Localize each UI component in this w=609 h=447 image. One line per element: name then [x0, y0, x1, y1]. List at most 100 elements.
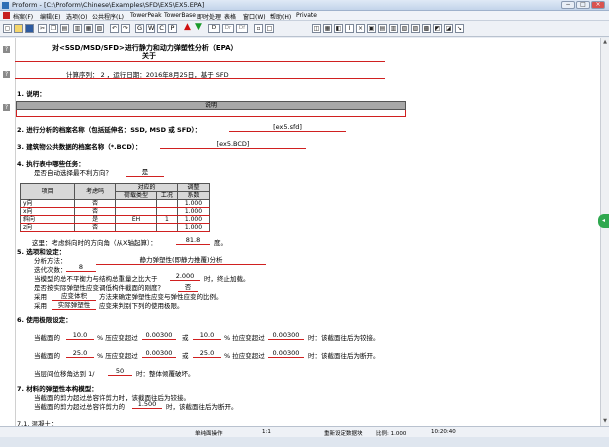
p-button[interactable]: P — [168, 24, 177, 33]
warning-icon[interactable]: ▲ — [183, 23, 192, 33]
vertical-scrollbar[interactable]: ▲ ▼ — [600, 38, 609, 426]
angle-value[interactable]: 81.8 — [176, 236, 210, 245]
auto-direction-value[interactable]: 是 — [126, 166, 164, 177]
limit-2-tens-pct[interactable]: 25.0 — [193, 349, 221, 358]
format-icon-5[interactable]: ▤ — [378, 24, 387, 33]
format-icon-9[interactable]: ▩ — [422, 24, 431, 33]
c-button[interactable]: C — [157, 24, 166, 33]
undo-icon[interactable]: ↶ — [110, 24, 119, 33]
description-header: 说明 — [16, 101, 406, 110]
status-zoom: 比例: 1.000 — [376, 431, 407, 437]
menu-table[interactable]: 表格 — [224, 12, 236, 21]
bcd-file-field[interactable]: [ex5.BCD] — [160, 140, 306, 149]
new-icon[interactable]: ▢ — [3, 24, 12, 33]
menu-help[interactable]: 帮助(H) — [270, 12, 291, 21]
limit-2-comp-label: % 压应变超过 — [97, 352, 138, 360]
close-button[interactable]: × — [591, 1, 605, 9]
copy-icon[interactable]: ❐ — [49, 24, 58, 33]
format-icon-3[interactable]: ◧ — [334, 24, 343, 33]
section-6-heading: 6. 使用极限设定： — [17, 316, 72, 324]
help-marker-icon[interactable]: ? — [3, 46, 10, 53]
description-field[interactable] — [16, 110, 406, 117]
format-icon-12[interactable]: ↘ — [455, 24, 464, 33]
scroll-down-icon[interactable]: ▼ — [602, 418, 608, 424]
col-factor: 系数 — [176, 191, 211, 200]
section-2-heading: 2. 进行分析的档案名称（包括延伸名：SSD, MSD 或 SFD）： — [17, 126, 202, 134]
col-corresponding: 对应的 — [115, 183, 178, 192]
tool-icon-2[interactable]: □ — [265, 24, 274, 33]
angle-unit: 度。 — [214, 239, 227, 247]
shear-break-value[interactable]: 1.500 — [132, 400, 162, 409]
paste-icon[interactable]: ▤ — [60, 24, 69, 33]
status-time: 10:20:40 — [431, 429, 456, 435]
table-row: y向 否 1.000 — [19, 199, 211, 208]
calc-underline — [15, 78, 385, 79]
limit-1-tens-strain[interactable]: 0.00300 — [268, 331, 304, 340]
df-button[interactable]: Df — [236, 24, 248, 33]
document-area[interactable]: ? ? ? 对<SSD/MSD/SFD>进行静力和动力弹塑性分析（EPA） 关于… — [0, 38, 600, 426]
menu-window[interactable]: 窗口(W) — [243, 12, 266, 21]
menu-file[interactable]: 档案(F) — [13, 12, 33, 21]
limit-2-tens-strain[interactable]: 0.00300 — [268, 349, 304, 358]
menu-private[interactable]: Private — [296, 12, 317, 19]
menu-towerpeak[interactable]: TowerPeak — [130, 12, 162, 19]
format-icon-2[interactable]: ▦ — [323, 24, 332, 33]
scroll-up-icon[interactable]: ▲ — [602, 39, 608, 45]
stop-ratio-suffix: 时，终止加载。 — [204, 275, 250, 283]
close-doc-icon[interactable]: × — [356, 24, 365, 33]
format-icon-8[interactable]: ▨ — [411, 24, 420, 33]
tool-icon-1[interactable]: ▫ — [254, 24, 263, 33]
limit-basis-suffix: 应变来判别下列的使用极限。 — [99, 302, 184, 310]
limit-2-comp-strain[interactable]: 0.00300 — [142, 349, 176, 358]
limit-1-comp-pct[interactable]: 10.0 — [66, 331, 94, 340]
stop-ratio-value[interactable]: 2.000 — [170, 272, 200, 281]
minimize-button[interactable]: − — [561, 1, 575, 9]
down-arrow-icon[interactable]: ▼ — [194, 23, 203, 33]
gutter: ? ? ? — [0, 38, 16, 426]
drift-value[interactable]: 50 — [108, 367, 132, 376]
shear-break-label: 当截面的剪力超过总容许剪力的 — [34, 403, 125, 411]
side-widget-icon[interactable]: ◂ — [598, 214, 609, 228]
insert-icon[interactable]: I — [345, 24, 354, 33]
format-icon-11[interactable]: ◪ — [444, 24, 453, 33]
table-row: 斜向 是 EH 1 1.000 — [19, 215, 211, 224]
drift-result: 时：整体倾覆破坏。 — [136, 370, 195, 378]
limit-1-comp-strain[interactable]: 0.00300 — [142, 331, 176, 340]
print-icon[interactable]: ▥ — [73, 24, 82, 33]
limit-basis-value[interactable]: 实际弹塑性 — [52, 299, 96, 310]
help-marker-icon[interactable]: ? — [3, 71, 10, 78]
status-ratio: 1:1 — [262, 429, 271, 435]
limit-1-comp-label: % 压应变超过 — [97, 334, 138, 342]
w-button[interactable]: W — [146, 24, 155, 33]
maximize-button[interactable]: □ — [576, 1, 590, 9]
menu-towerbase[interactable]: TowerBase — [164, 12, 196, 19]
format-icon-7[interactable]: ▧ — [400, 24, 409, 33]
format-icon-4[interactable]: ▣ — [367, 24, 376, 33]
save-icon[interactable] — [25, 24, 34, 33]
menu-options[interactable]: 选项(O) — [66, 12, 87, 21]
format-icon-1[interactable]: ◫ — [312, 24, 321, 33]
cut-icon[interactable]: ✂ — [38, 24, 47, 33]
limit-1-tens-pct[interactable]: 10.0 — [193, 331, 221, 340]
format-icon-6[interactable]: ▥ — [389, 24, 398, 33]
title-bar: Proform - [C:\Proform\Chinese\Examples\S… — [0, 0, 609, 11]
dr-button[interactable]: Dr — [222, 24, 234, 33]
help-marker-icon[interactable]: ? — [3, 104, 10, 111]
menu-realtime[interactable]: 即时处理 — [197, 12, 221, 21]
col-load-type: 荷载类型 — [115, 191, 157, 200]
col-case: 工况 — [155, 191, 178, 200]
menu-edit[interactable]: 编辑(E) — [40, 12, 60, 21]
do-button[interactable]: D — [208, 24, 220, 33]
limit-2-comp-pct[interactable]: 25.0 — [66, 349, 94, 358]
menu-utilities[interactable]: 公共程序(L) — [92, 12, 124, 21]
doc-icon — [3, 12, 10, 19]
preview-icon[interactable]: ▦ — [84, 24, 93, 33]
analysis-file-field[interactable]: [ex5.sfd] — [229, 123, 346, 132]
method-value[interactable]: 静力弹塑性(即静力推覆)分析 — [96, 254, 266, 265]
iteration-value[interactable]: 8 — [66, 263, 96, 272]
open-icon[interactable] — [14, 24, 23, 33]
g-button[interactable]: G — [135, 24, 144, 33]
redo-icon[interactable]: ↷ — [121, 24, 130, 33]
format-icon-10[interactable]: ◩ — [433, 24, 442, 33]
zoom-icon[interactable]: ▧ — [95, 24, 104, 33]
